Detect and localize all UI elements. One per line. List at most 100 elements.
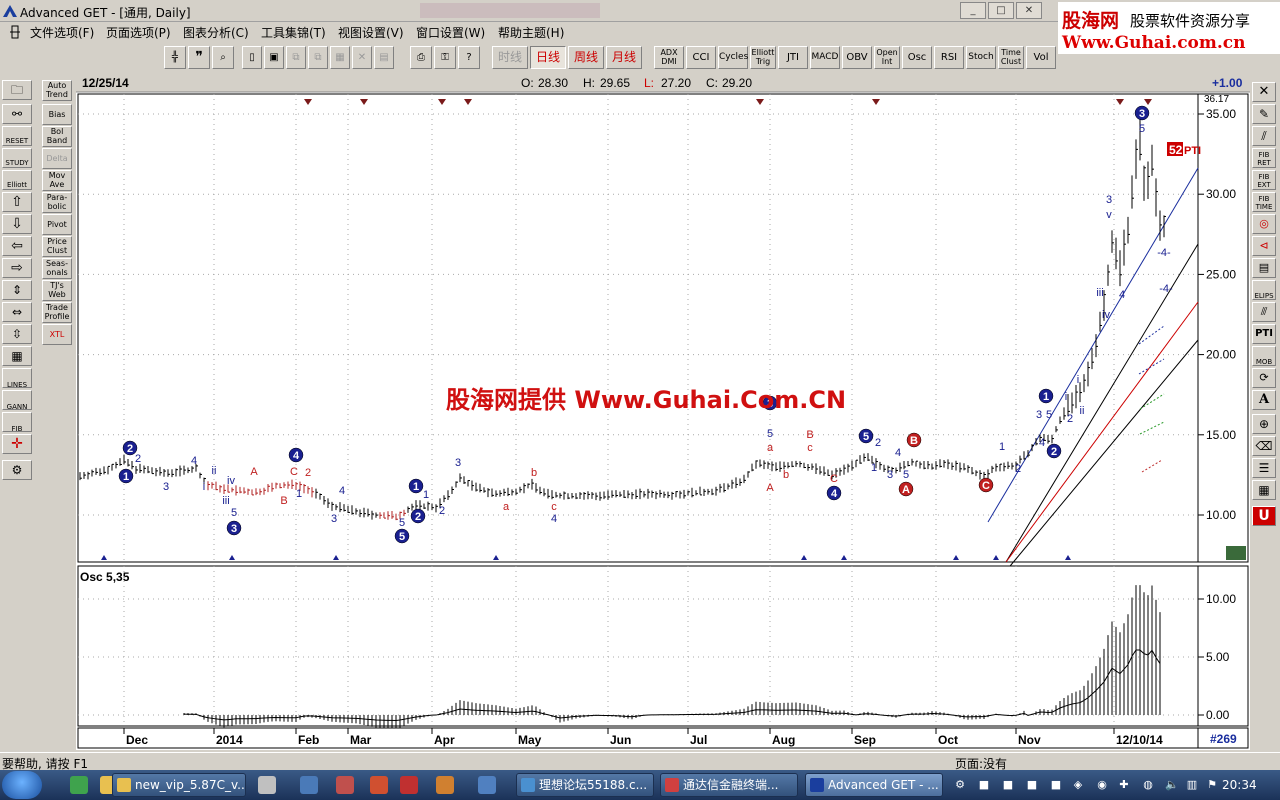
tray-icon-4[interactable]: ■ xyxy=(1024,777,1040,793)
period-month-button[interactable]: 月线 xyxy=(606,46,642,69)
quote-tool-button[interactable]: ❞ xyxy=(188,46,210,69)
tray-icon-3[interactable]: ■ xyxy=(1000,777,1016,793)
volume-icon[interactable]: 🔈 xyxy=(1164,777,1180,793)
price-chart[interactable]: 12/25/14 O: 28.30 H: 29.65 L: 27.20 C: 2… xyxy=(76,74,1250,750)
app-quick-icon-3[interactable] xyxy=(370,776,388,794)
lines-button[interactable]: LINES xyxy=(2,368,32,389)
menu-window[interactable]: 窗口设置(W) xyxy=(416,24,485,41)
task-new-vip[interactable]: new_vip_5.87C_v... xyxy=(112,773,246,797)
menu-page[interactable]: 页面选项(P) xyxy=(106,24,171,41)
bol-band-button[interactable]: Bol Band xyxy=(42,126,72,147)
bias-button[interactable]: Bias xyxy=(42,104,72,125)
cci-button[interactable]: CCI xyxy=(686,46,716,69)
menu-file[interactable]: 文件选项(F) xyxy=(30,24,94,41)
media-icon[interactable] xyxy=(258,776,276,794)
expand-vertical-icon[interactable]: ⇕ xyxy=(2,280,32,300)
arrow-up-icon[interactable]: ⇧ xyxy=(2,192,32,212)
eraser-icon[interactable]: ⌫ xyxy=(1252,436,1276,456)
arrow-down-icon[interactable]: ⇩ xyxy=(2,214,32,234)
flag-icon[interactable]: ⚑ xyxy=(1204,777,1220,793)
stoch-button[interactable]: Stoch xyxy=(966,46,996,69)
expand-horizontal-icon[interactable]: ⇔ xyxy=(2,302,32,322)
seasonals-button[interactable]: Seas-onals xyxy=(42,258,72,279)
parabolic-button[interactable]: Para-bolic xyxy=(42,192,72,213)
menu-help[interactable]: 帮助主题(H) xyxy=(498,24,564,41)
app-quick-icon-6[interactable] xyxy=(478,776,496,794)
menu-tools[interactable]: 工具集锦(T) xyxy=(261,24,326,41)
open-int-button[interactable]: Open Int xyxy=(874,46,900,69)
delete-icon[interactable]: ✕ xyxy=(352,46,372,69)
task-forum[interactable]: 理想论坛55188.c... xyxy=(516,773,654,797)
period-hour-button[interactable]: 时线 xyxy=(492,46,528,69)
binoculars-icon[interactable]: ⚯ xyxy=(2,104,32,124)
paste-icon[interactable]: ⧉ xyxy=(308,46,328,69)
mini-chart-icon[interactable] xyxy=(1226,546,1246,560)
pencil-icon[interactable]: ✎ xyxy=(1252,104,1276,124)
shield-icon[interactable]: ◈ xyxy=(1070,777,1086,793)
open-folder-icon[interactable]: 🗀 xyxy=(2,80,32,100)
gann-button[interactable]: GANN xyxy=(2,390,32,411)
table-icon[interactable]: ▦ xyxy=(1252,480,1276,500)
cursor-tool-button[interactable]: ╬ xyxy=(164,46,186,69)
security-icon[interactable]: ◉ xyxy=(1094,777,1110,793)
format-icon[interactable]: ▤ xyxy=(374,46,394,69)
crosshair-icon[interactable]: ✛ xyxy=(2,434,32,454)
arrow-right-icon[interactable]: ⇨ xyxy=(2,258,32,278)
trade-profile-button[interactable]: Trade Profile xyxy=(42,302,72,323)
elliott-button[interactable]: Elliott xyxy=(2,170,32,190)
print-icon[interactable]: ⎙ xyxy=(410,46,432,69)
vol-button[interactable]: Vol xyxy=(1026,46,1056,69)
close-button[interactable]: ✕ xyxy=(1016,2,1042,19)
task-tongdaxin[interactable]: 通达信金融终端... xyxy=(660,773,798,797)
chart-area[interactable]: 12/25/14 O: 28.30 H: 29.65 L: 27.20 C: 2… xyxy=(76,74,1250,750)
price-clust-button[interactable]: Price Clust xyxy=(42,236,72,257)
elips-button[interactable]: ELIPS xyxy=(1252,280,1276,300)
settings-icon[interactable]: ⚙ xyxy=(2,460,32,480)
zoom-in-icon[interactable]: ⊕ xyxy=(1252,414,1276,434)
network-icon[interactable]: ▥ xyxy=(1184,777,1200,793)
tray-icon-5[interactable]: ■ xyxy=(1048,777,1064,793)
list-icon[interactable]: ☰ xyxy=(1252,458,1276,478)
elliott-trig-button[interactable]: Elliott Trig xyxy=(750,46,776,69)
close-chart-icon[interactable]: ✕ xyxy=(1252,82,1276,102)
copy-icon[interactable]: ⧉ xyxy=(286,46,306,69)
grid-lines-icon[interactable]: ▤ xyxy=(1252,258,1276,278)
pti-button[interactable]: PTI xyxy=(1252,324,1276,344)
fib-time-button[interactable]: FIB TIME xyxy=(1252,192,1276,212)
cycle-icon[interactable]: ⟳ xyxy=(1252,368,1276,388)
cycles-button[interactable]: Cycles xyxy=(718,46,748,69)
compress-icon[interactable]: ⇳ xyxy=(2,324,32,344)
mob-button[interactable]: MOB xyxy=(1252,346,1276,366)
fib-button[interactable]: FIB xyxy=(2,412,32,433)
text-tool-button[interactable]: A xyxy=(1252,390,1276,410)
jti-button[interactable]: JTI xyxy=(778,46,808,69)
tray-icon-1[interactable]: ⚙ xyxy=(952,777,968,793)
fib-ret-button[interactable]: FIB RET xyxy=(1252,148,1276,168)
reset-button[interactable]: RESET xyxy=(2,126,32,146)
time-clust-button[interactable]: Time Clust xyxy=(998,46,1024,69)
new-icon[interactable]: ▯ xyxy=(242,46,262,69)
mov-ave-button[interactable]: Mov Ave xyxy=(42,170,72,191)
channel-icon[interactable]: ⫻ xyxy=(1252,302,1276,322)
study-button[interactable]: STUDY xyxy=(2,148,32,168)
pivot-button[interactable]: Pivot xyxy=(42,214,72,235)
key-icon[interactable]: ⚿ xyxy=(434,46,456,69)
add-icon[interactable]: ✚ xyxy=(1116,777,1132,793)
auto-trend-button[interactable]: Auto Trend xyxy=(42,80,72,101)
fib-ext-button[interactable]: FIB EXT xyxy=(1252,170,1276,190)
xtl-button[interactable]: XTL xyxy=(42,324,72,345)
app-quick-icon-5[interactable] xyxy=(436,776,454,794)
arrow-left-icon[interactable]: ⇦ xyxy=(2,236,32,256)
app-quick-icon-4[interactable] xyxy=(400,776,418,794)
adx-dmi-button[interactable]: ADX DMI xyxy=(654,46,684,69)
period-week-button[interactable]: 周线 xyxy=(568,46,604,69)
rsi-button[interactable]: RSI xyxy=(934,46,964,69)
save-icon[interactable]: ▣ xyxy=(264,46,284,69)
task-advanced-get[interactable]: Advanced GET - ... xyxy=(805,773,943,797)
magnet-icon[interactable]: U xyxy=(1252,506,1276,526)
chat-icon[interactable]: ◍ xyxy=(1140,777,1156,793)
help-icon[interactable]: ? xyxy=(458,46,480,69)
tjs-web-button[interactable]: TJ's Web xyxy=(42,280,72,301)
osc-button[interactable]: Osc xyxy=(902,46,932,69)
zoom-icon[interactable]: ⌕ xyxy=(212,46,234,69)
